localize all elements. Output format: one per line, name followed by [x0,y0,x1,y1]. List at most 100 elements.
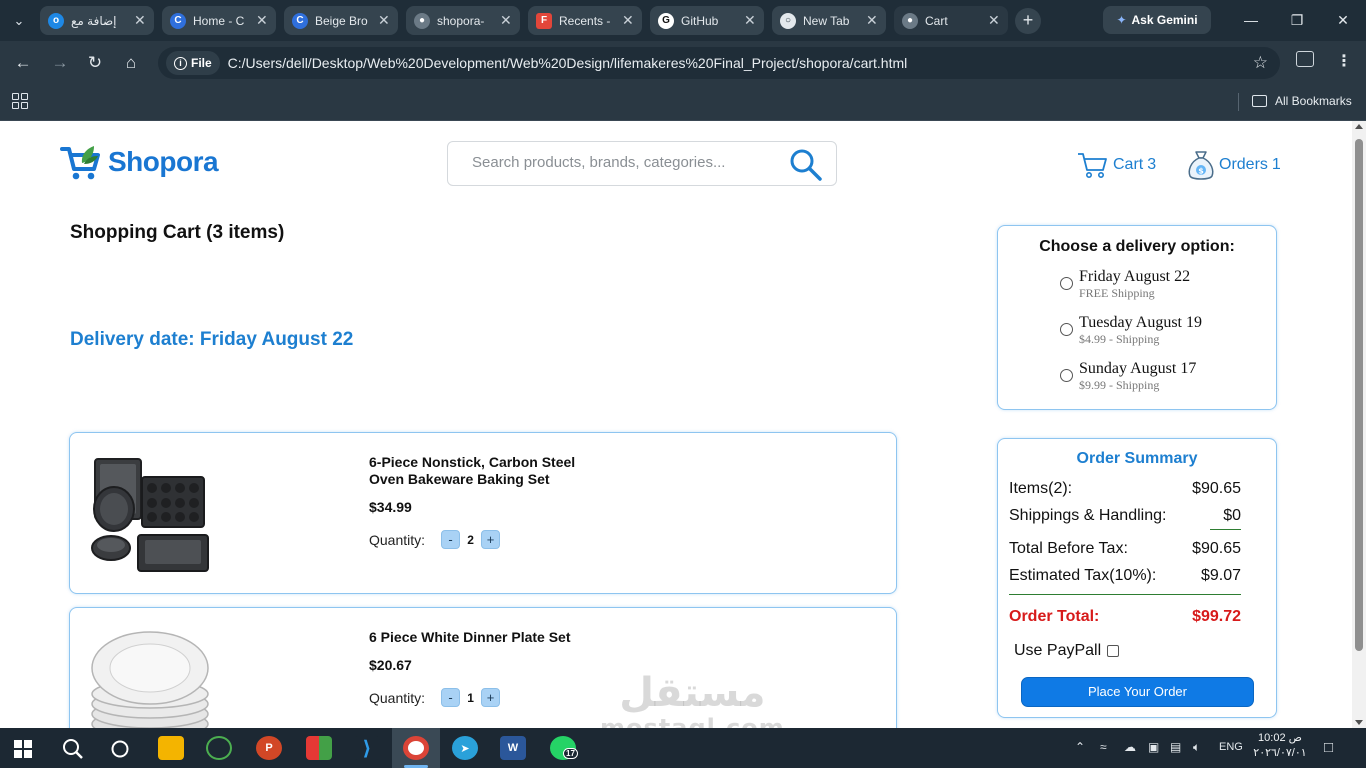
delivery-option-tuesday[interactable]: Tuesday August 19 $4.99 - Shipping [1060,314,1202,346]
extension-icon[interactable] [1296,51,1314,67]
money-bag-icon: $ [1188,151,1214,180]
system-clock[interactable]: 10:02 ص ٢٠٢٦/٠٧/٠١ [1252,731,1308,761]
item-name[interactable]: 6-Piece Nonstick, Carbon Steel Oven Bake… [369,454,609,488]
delivery-options-title: Choose a delivery option: [1039,238,1235,255]
forward-arrow-icon[interactable]: → [47,51,73,75]
delivery-option-sunday[interactable]: Sunday August 17 $9.99 - Shipping [1060,360,1196,392]
item-price: $34.99 [369,499,412,515]
order-total-value: $99.72 [1192,608,1241,625]
quantity-stepper: Quantity: - 1 + [369,688,501,707]
home-icon[interactable]: ⌂ [118,51,144,75]
radio-button[interactable] [1060,369,1073,382]
kebab-menu-icon[interactable]: ⋮ [1336,51,1352,71]
scroll-down-arrow-icon[interactable] [1355,720,1363,725]
tab-7[interactable]: ● Cart ✕ [894,6,1008,35]
summary-row-total: Order Total: $99.72 [1009,608,1241,625]
language-indicator[interactable]: ENG [1219,741,1243,753]
search-input[interactable] [472,154,772,171]
notification-icon[interactable]: □ [1324,739,1333,756]
search-box [447,141,837,186]
close-icon[interactable]: ✕ [744,12,756,29]
order-summary-title: Order Summary [1076,450,1198,467]
place-order-button[interactable]: Place Your Order [1021,677,1254,707]
restore-icon[interactable]: ❐ [1282,8,1312,32]
quantity-value: 1 [467,690,474,705]
bookmark-star-icon[interactable]: ☆ [1253,53,1268,73]
page-title: Shopping Cart (3 items) [70,222,285,243]
increase-quantity-button[interactable]: + [481,530,501,549]
nav-cart-link[interactable]: Cart 3 [1077,151,1156,179]
whatsapp-icon[interactable]: 17 [550,736,578,760]
close-icon[interactable]: ✕ [988,12,1000,29]
close-icon[interactable]: ✕ [622,12,634,29]
tab-0[interactable]: o إضافة مع ✕ [40,6,154,35]
task-view-icon[interactable] [110,739,130,759]
paypal-checkbox[interactable] [1107,645,1120,657]
delivery-date-heading: Delivery date: Friday August 22 [70,329,354,350]
tab-4[interactable]: F Recents - ✕ [528,6,642,35]
radio-button[interactable] [1060,323,1073,336]
globe-icon: ● [414,12,430,29]
vscode-icon[interactable]: ⟩ [354,736,380,760]
tab-search-chevron-icon[interactable]: ⌄ [8,10,30,32]
chrome-icon[interactable] [403,736,429,760]
powerpoint-icon[interactable]: P [256,736,282,760]
canva-icon: C [292,12,308,29]
ask-gemini-button[interactable]: ✦ Ask Gemini [1103,6,1211,34]
shopora-logo[interactable]: Shopora [60,143,219,181]
shopping-cart-logo-icon [60,146,100,180]
paypal-option[interactable]: Use PayPall [1014,642,1120,660]
summary-row-before-tax: Total Before Tax: $90.65 [1009,540,1241,557]
site-info-chip[interactable]: i File [166,51,220,75]
divider [1238,93,1239,111]
item-price: $20.67 [369,657,412,673]
winrar-icon[interactable] [306,736,332,760]
volume-icon[interactable]: 🔈︎ [1193,740,1200,755]
close-window-icon[interactable]: ✕ [1328,8,1358,32]
divider [1009,594,1241,595]
close-icon[interactable]: ✕ [500,12,512,29]
network-icon[interactable]: ▤ [1170,740,1181,754]
close-icon[interactable]: ✕ [256,12,268,29]
apps-grid-icon[interactable] [12,93,28,109]
vertical-scrollbar[interactable] [1352,121,1366,728]
search-icon[interactable] [789,148,823,182]
close-icon[interactable]: ✕ [134,12,146,29]
delivery-option-friday[interactable]: Friday August 22 FREE Shipping [1060,268,1190,300]
word-icon[interactable]: W [500,736,526,760]
url-text[interactable]: C:/Users/dell/Desktop/Web%20Development/… [228,55,908,71]
battery-icon[interactable]: ▣ [1148,740,1159,754]
file-explorer-icon[interactable] [158,736,184,760]
search-icon[interactable] [62,738,84,760]
tab-5[interactable]: G GitHub ✕ [650,6,764,35]
tab-3[interactable]: ● shopora- ✕ [406,6,520,35]
radio-button[interactable] [1060,277,1073,290]
close-icon[interactable]: ✕ [378,12,390,29]
chevron-up-icon[interactable]: ⌃ [1075,740,1085,754]
close-icon[interactable]: ✕ [866,12,878,29]
minimize-icon[interactable]: — [1236,8,1266,32]
reload-icon[interactable]: ↻ [82,51,108,75]
orders-count: 1 [1271,156,1281,173]
tab-2[interactable]: C Beige Bro ✕ [284,6,398,35]
omnibox[interactable]: i File C:/Users/dell/Desktop/Web%20Devel… [158,47,1280,79]
item-name[interactable]: 6 Piece White Dinner Plate Set [369,629,609,646]
increase-quantity-button[interactable]: + [481,688,501,707]
onedrive-icon[interactable]: ☁ [1124,740,1136,754]
tab-1[interactable]: C Home - C ✕ [162,6,276,35]
windows-start-icon[interactable] [14,740,32,758]
globe-icon: ● [902,12,918,29]
new-tab-button[interactable]: + [1015,8,1041,34]
all-bookmarks-button[interactable]: All Bookmarks [1252,94,1352,108]
scroll-thumb[interactable] [1355,139,1363,651]
tab-6[interactable]: ○ New Tab ✕ [772,6,886,35]
scroll-up-arrow-icon[interactable] [1355,124,1363,129]
nav-orders-link[interactable]: $ Orders 1 [1187,149,1281,181]
info-icon: i [174,56,187,70]
back-arrow-icon[interactable]: ← [10,51,36,75]
decrease-quantity-button[interactable]: - [441,530,461,549]
wifi-icon[interactable]: ≈ [1100,740,1107,754]
mongodb-icon[interactable] [206,736,232,760]
decrease-quantity-button[interactable]: - [441,688,461,707]
telegram-icon[interactable]: ➤ [452,736,478,760]
